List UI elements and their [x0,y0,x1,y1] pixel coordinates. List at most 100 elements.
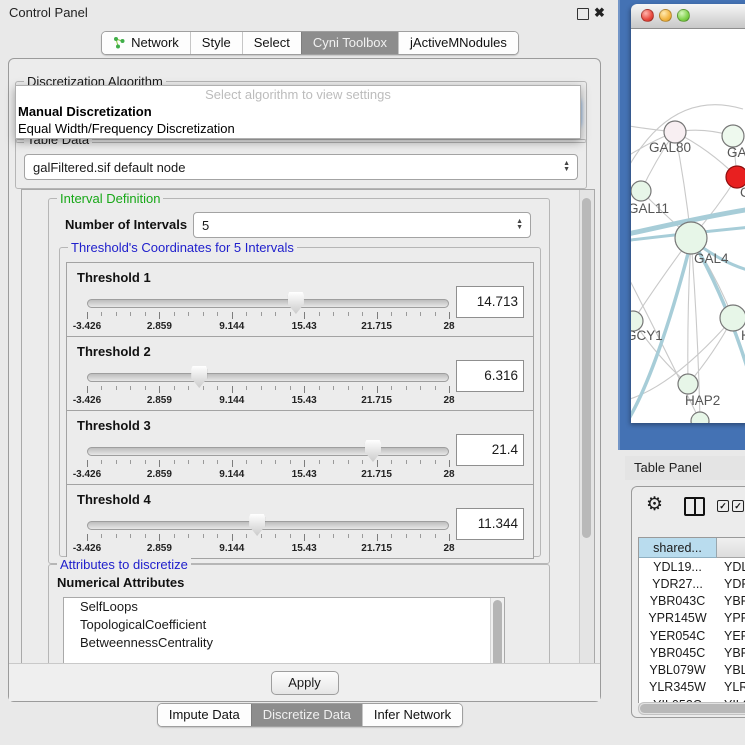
cell-shared-name[interactable]: YDL19... [639,560,716,574]
threshold-value-field[interactable]: 21.4 [456,434,524,466]
cell-shared-name[interactable]: YER054C [639,629,716,643]
cell-name[interactable]: YPR145W [716,611,745,625]
threshold-value-field[interactable]: 6.316 [456,360,524,392]
table-row[interactable]: YBL079WYBL079W [639,662,745,679]
threshold-value-field[interactable]: 14.713 [456,286,524,318]
node-gal4[interactable] [675,222,707,254]
table-row[interactable]: YDL19...YDL19... [639,558,745,575]
network-window-titlebar[interactable] [631,4,745,29]
tab-network[interactable]: Network [102,32,190,54]
combo-stepper-icon[interactable]: ▲▼ [563,161,570,173]
table-data-combobox[interactable]: galFiltered.sif default node ▲▼ [24,154,578,180]
slider-track[interactable] [87,373,449,382]
number-of-intervals-combobox[interactable]: 5 ▲▼ [193,212,531,238]
network-canvas[interactable]: GAL80 GA C GAL11 GAL4 GCY1 H HAP2 [631,29,745,423]
tab-discretize-data[interactable]: Discretize Data [251,704,362,726]
cell-shared-name[interactable]: YBL079W [639,663,716,677]
cell-name[interactable]: YBR045C [716,646,745,660]
tab-jactivemnodules[interactable]: jActiveMNodules [398,32,518,54]
threshold-slider[interactable]: -3.4262.8599.14415.4321.71528 [87,439,449,483]
minor-tick [435,460,436,464]
tick-label: 9.144 [219,395,244,406]
gear-icon[interactable]: ⚙ [646,493,663,517]
major-tick [87,386,88,393]
column-header-shared-name[interactable]: shared... [639,538,717,558]
list-item[interactable]: SelfLoops [64,598,504,616]
checkbox-checked-icon[interactable]: ✓ [732,500,744,512]
table-row[interactable]: YDR27...YDR27... [639,575,745,592]
algorithm-dropdown-popup: Select algorithm to view settings Manual… [15,85,581,139]
minor-tick [217,386,218,390]
combo-stepper-icon[interactable]: ▲▼ [516,219,523,231]
cell-name[interactable]: YDR27... [716,577,745,591]
float-window-icon[interactable] [577,8,589,20]
node-hap2[interactable] [678,374,698,394]
major-tick [159,312,160,319]
apply-button[interactable]: Apply [271,671,339,695]
table-row[interactable]: YPR145WYPR145W [639,610,745,627]
minor-tick [101,312,102,316]
cell-name[interactable]: YBL079W [716,663,745,677]
cell-shared-name[interactable]: YPR145W [639,611,716,625]
threshold-slider[interactable]: -3.4262.8599.14415.4321.71528 [87,291,449,335]
minor-tick [261,534,262,538]
cell-name[interactable]: YBR043C [716,594,745,608]
slider-scale: -3.4262.8599.14415.4321.71528 [87,531,449,557]
node-gal11[interactable] [631,181,651,201]
threshold-slider[interactable]: -3.4262.8599.14415.4321.71528 [87,365,449,409]
threshold-slider[interactable]: -3.4262.8599.14415.4321.71528 [87,513,449,557]
table-row[interactable]: YER054CYER054C [639,627,745,644]
table-row[interactable]: YLR345WYLR345W [639,679,745,696]
node-bottom-partial[interactable] [691,412,709,423]
tab-style[interactable]: Style [190,32,242,54]
cell-shared-name[interactable]: YBR043C [639,594,716,608]
tab-infer-network[interactable]: Infer Network [362,704,462,726]
checkbox-checked-icon[interactable]: ✓ [717,500,729,512]
slider-track[interactable] [87,447,449,456]
cell-shared-name[interactable]: YDR27... [639,577,716,591]
cell-shared-name[interactable]: YLR345W [639,680,716,694]
major-tick [159,460,160,467]
list-scrollbar[interactable] [490,598,504,665]
popup-item-manual-discretization[interactable]: Manual Discretization [16,103,580,120]
minor-tick [435,312,436,316]
tab-select[interactable]: Select [242,32,301,54]
settings-vertical-scrollbar[interactable] [579,190,594,664]
cell-name[interactable]: YER054C [716,629,745,643]
scrollbar-thumb[interactable] [582,198,591,538]
minor-tick [362,534,363,538]
minor-tick [188,460,189,464]
cell-shared-name[interactable]: YBR045C [639,646,716,660]
slider-track[interactable] [87,299,449,308]
column-split-icon[interactable] [684,497,705,516]
scrollbar-thumb[interactable] [640,704,745,713]
cell-name[interactable]: YLR345W [716,680,745,694]
threshold-row-2: Threshold 2 -3.4262.8599.14415.4321.7152… [67,337,533,411]
slider-track[interactable] [87,521,449,530]
cell-name[interactable]: YDL19... [716,560,745,574]
tab-cyni-toolbox[interactable]: Cyni Toolbox [301,32,398,54]
zoom-traffic-light-icon[interactable] [677,9,690,22]
close-icon[interactable]: ✖ [594,4,605,22]
major-tick [159,534,160,541]
tick-label: 15.43 [292,321,317,332]
tick-label: 2.859 [147,543,172,554]
minor-tick [130,386,131,390]
table-row[interactable]: YBR045CYBR045C [639,644,745,661]
table-row[interactable]: YBR043CYBR043C [639,593,745,610]
column-header-name[interactable]: n [717,538,745,558]
threshold-value-field[interactable]: 11.344 [456,508,524,540]
tick-label: 28 [443,321,454,332]
tick-label: 15.43 [292,395,317,406]
popup-item-equal-width-frequency[interactable]: Equal Width/Frequency Discretization [16,120,580,137]
minor-tick [130,460,131,464]
list-item[interactable]: BetweennessCentrality [64,634,504,652]
close-traffic-light-icon[interactable] [641,9,654,22]
node-top-right[interactable] [722,125,744,147]
table-body: YDL19...YDL19...YDR27...YDR27...YBR043CY… [639,558,745,703]
minimize-traffic-light-icon[interactable] [659,9,672,22]
tab-impute-data[interactable]: Impute Data [158,704,251,726]
list-item[interactable]: TopologicalCoefficient [64,616,504,634]
list-scrollbar-thumb[interactable] [493,600,502,665]
table-horizontal-scrollbar[interactable] [638,702,745,715]
